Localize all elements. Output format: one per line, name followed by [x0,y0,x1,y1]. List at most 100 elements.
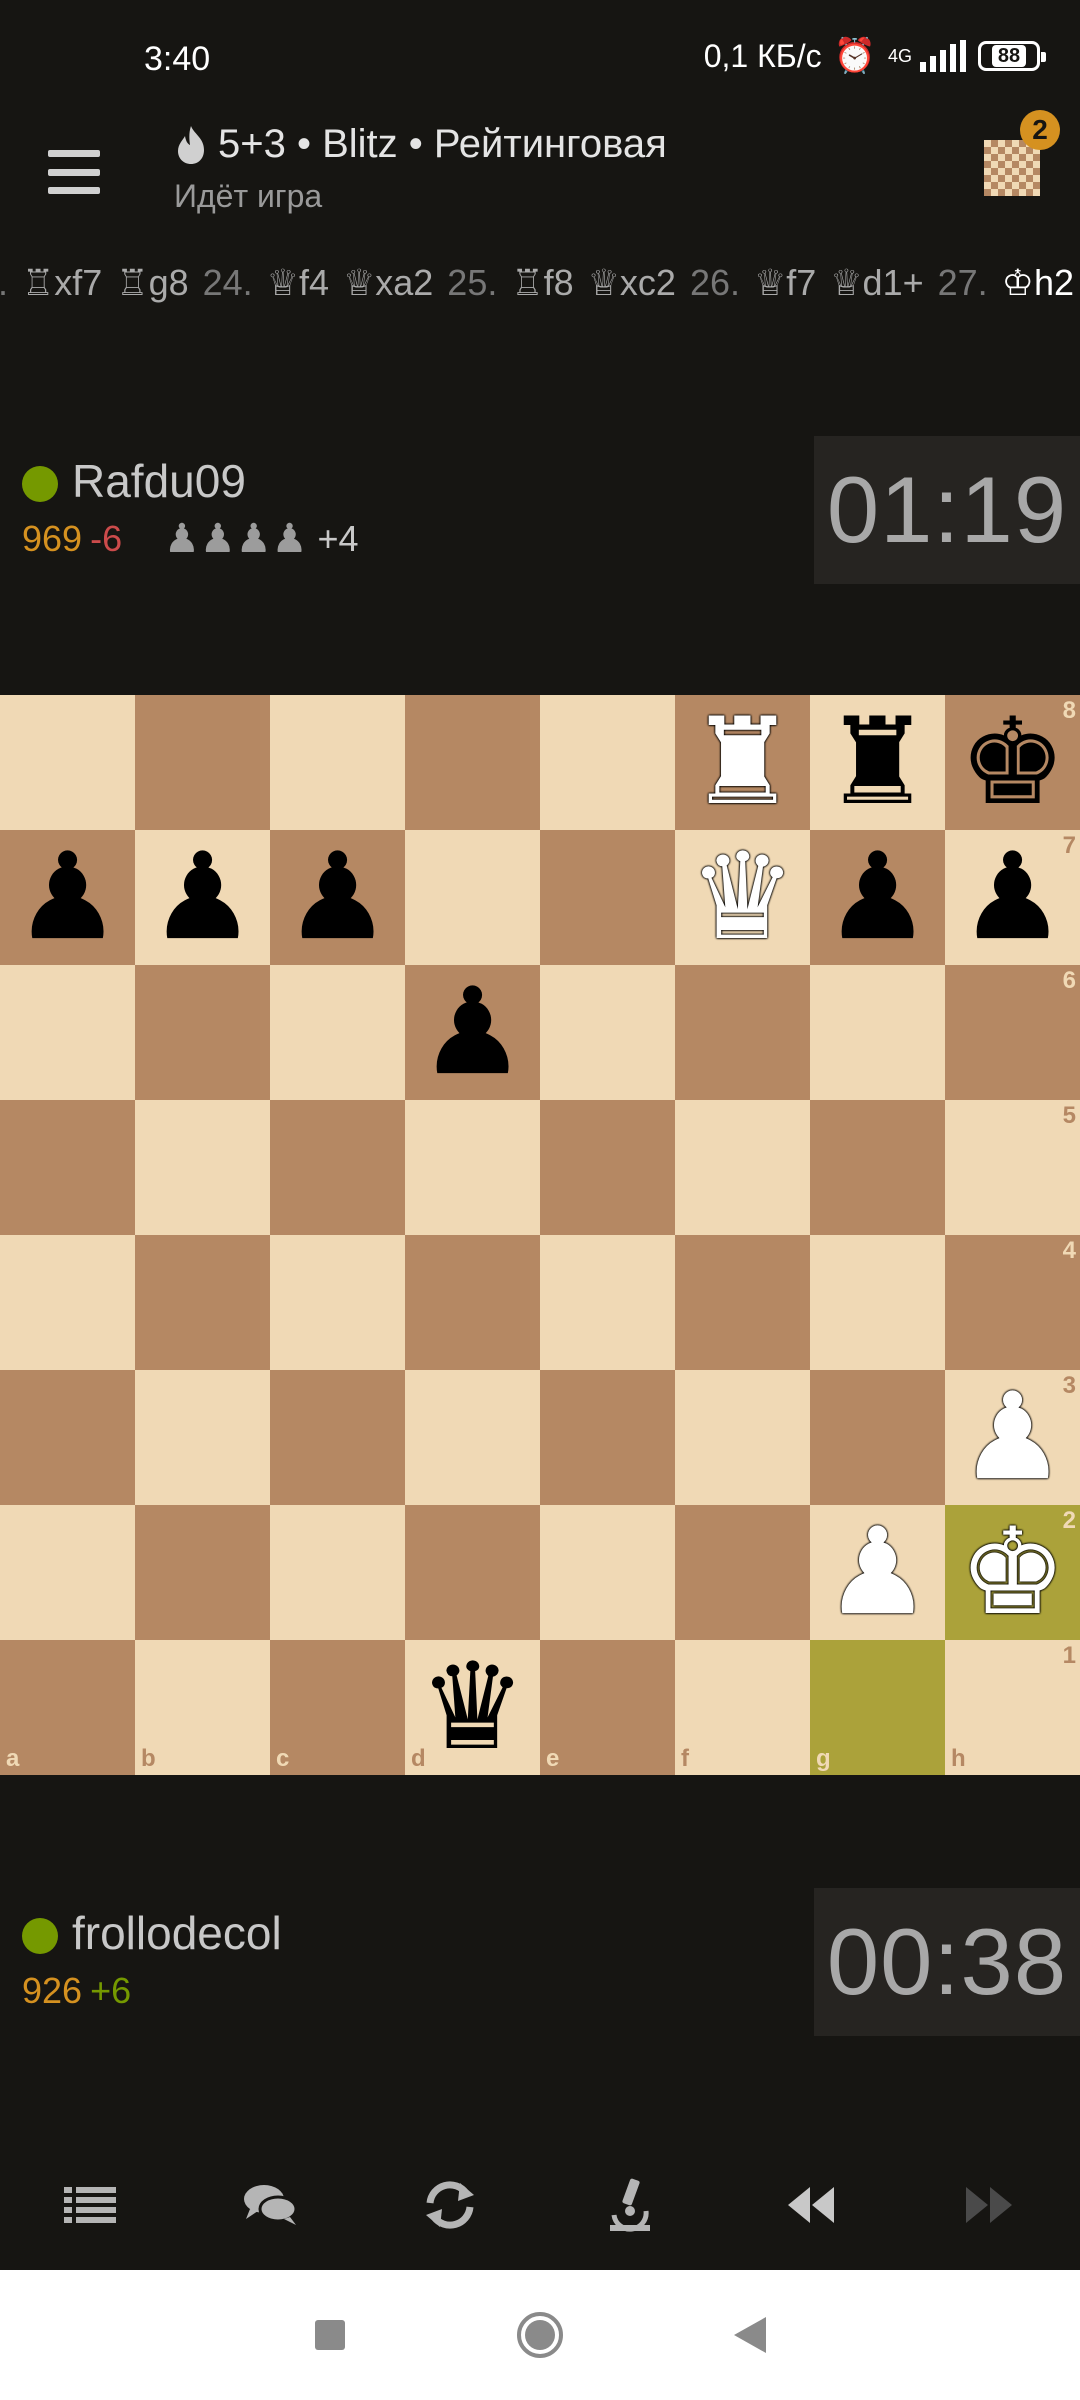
square-e7[interactable] [540,830,675,965]
square-b3[interactable] [135,1370,270,1505]
square-h6[interactable]: 6 [945,965,1080,1100]
white-queen-icon[interactable]: ♛ [689,837,797,958]
square-e5[interactable] [540,1100,675,1235]
square-e4[interactable] [540,1235,675,1370]
square-d4[interactable] [405,1235,540,1370]
white-rook-icon[interactable]: ♜ [689,702,797,823]
square-f1[interactable]: f [675,1640,810,1775]
black-king-icon[interactable]: ♚ [959,702,1067,823]
square-f7[interactable]: ♛ [675,830,810,965]
square-g8[interactable]: ♜ [810,695,945,830]
square-a7[interactable]: ♟ [0,830,135,965]
square-b1[interactable]: b [135,1640,270,1775]
analysis-button[interactable] [540,2150,720,2260]
square-h1[interactable]: 1h [945,1640,1080,1775]
square-d1[interactable]: ♛ d [405,1640,540,1775]
menu-icon[interactable] [48,150,100,194]
black-pawn-icon[interactable]: ♟ [284,837,392,958]
square-b5[interactable] [135,1100,270,1235]
square-d5[interactable] [405,1100,540,1235]
move-white[interactable]: ♔h2 [1002,262,1074,304]
square-h4[interactable]: 4 [945,1235,1080,1370]
square-g7[interactable]: ♟ [810,830,945,965]
home-button[interactable] [510,2305,570,2365]
back-button[interactable] [720,2305,780,2365]
square-g1[interactable]: g [810,1640,945,1775]
square-b2[interactable] [135,1505,270,1640]
chess-board[interactable]: ♜ ♜ ♚ 8 ♟ ♟ ♟ ♛ ♟ ♟ 7 ♟ 6 5 4 ♟ 3 ♟ ♚ 2 a b c ♛ d e f g 1 h [0,695,1080,1775]
square-g2[interactable]: ♟ [810,1505,945,1640]
square-g5[interactable] [810,1100,945,1235]
chat-button[interactable] [180,2150,360,2260]
move-white[interactable]: ♖xf7 [22,262,102,304]
black-pawn-icon[interactable]: ♟ [14,837,122,958]
square-b6[interactable] [135,965,270,1100]
move-black[interactable]: ♖g8 [116,262,188,304]
square-d7[interactable] [405,830,540,965]
square-a3[interactable] [0,1370,135,1505]
square-c1[interactable]: c [270,1640,405,1775]
square-h5[interactable]: 5 [945,1100,1080,1235]
square-b4[interactable] [135,1235,270,1370]
black-pawn-icon[interactable]: ♟ [824,837,932,958]
square-b8[interactable] [135,695,270,830]
black-pawn-icon[interactable]: ♟ [149,837,257,958]
white-pawn-icon[interactable]: ♟ [824,1512,932,1633]
square-f5[interactable] [675,1100,810,1235]
previous-move-button[interactable] [720,2150,900,2260]
square-f6[interactable] [675,965,810,1100]
square-c2[interactable] [270,1505,405,1640]
square-f2[interactable] [675,1505,810,1640]
square-h8[interactable]: ♚ 8 [945,695,1080,830]
move-black[interactable]: ♕xc2 [588,262,676,304]
square-a8[interactable] [0,695,135,830]
square-c8[interactable] [270,695,405,830]
move-list[interactable]: 3. ♖xf7 ♖g8 24. ♕f4 ♕xa2 25. ♖f8 ♕xc2 26. ♕f7 ♕d1+ 2… [0,254,1080,314]
square-g4[interactable] [810,1235,945,1370]
square-d2[interactable] [405,1505,540,1640]
white-king-icon[interactable]: ♚ [959,1512,1067,1633]
square-d8[interactable] [405,695,540,830]
square-e1[interactable]: e [540,1640,675,1775]
square-e8[interactable] [540,695,675,830]
square-a4[interactable] [0,1235,135,1370]
square-b7[interactable]: ♟ [135,830,270,965]
square-a1[interactable]: a [0,1640,135,1775]
square-h2[interactable]: ♚ 2 [945,1505,1080,1640]
square-d6[interactable]: ♟ [405,965,540,1100]
square-h7[interactable]: ♟ 7 [945,830,1080,965]
square-a6[interactable] [0,965,135,1100]
square-c5[interactable] [270,1100,405,1235]
square-c6[interactable] [270,965,405,1100]
recent-apps-button[interactable] [300,2305,360,2365]
move-black[interactable]: ♕xa2 [343,262,433,304]
move-black[interactable]: ♕d1+ [830,262,923,304]
black-rook-icon[interactable]: ♜ [824,702,932,823]
flip-board-button[interactable] [360,2150,540,2260]
square-c3[interactable] [270,1370,405,1505]
square-f8[interactable]: ♜ [675,695,810,830]
square-a5[interactable] [0,1100,135,1235]
square-g3[interactable] [810,1370,945,1505]
square-e2[interactable] [540,1505,675,1640]
move-white[interactable]: ♖f8 [511,262,573,304]
move-white[interactable]: ♕f4 [267,262,329,304]
square-f3[interactable] [675,1370,810,1505]
square-e6[interactable] [540,965,675,1100]
white-pawn-icon[interactable]: ♟ [959,1377,1067,1498]
black-pawn-icon[interactable]: ♟ [959,837,1067,958]
moves-list-button[interactable] [0,2150,180,2260]
square-a2[interactable] [0,1505,135,1640]
player-name[interactable]: frollodecol [72,1906,282,1960]
square-d3[interactable] [405,1370,540,1505]
square-g6[interactable] [810,965,945,1100]
move-white[interactable]: ♕f7 [754,262,816,304]
square-h3[interactable]: ♟ 3 [945,1370,1080,1505]
square-f4[interactable] [675,1235,810,1370]
next-move-button[interactable] [900,2150,1080,2260]
black-queen-icon[interactable]: ♛ [419,1647,527,1768]
square-c7[interactable]: ♟ [270,830,405,965]
square-c4[interactable] [270,1235,405,1370]
opponent-name[interactable]: Rafdu09 [72,454,246,508]
square-e3[interactable] [540,1370,675,1505]
